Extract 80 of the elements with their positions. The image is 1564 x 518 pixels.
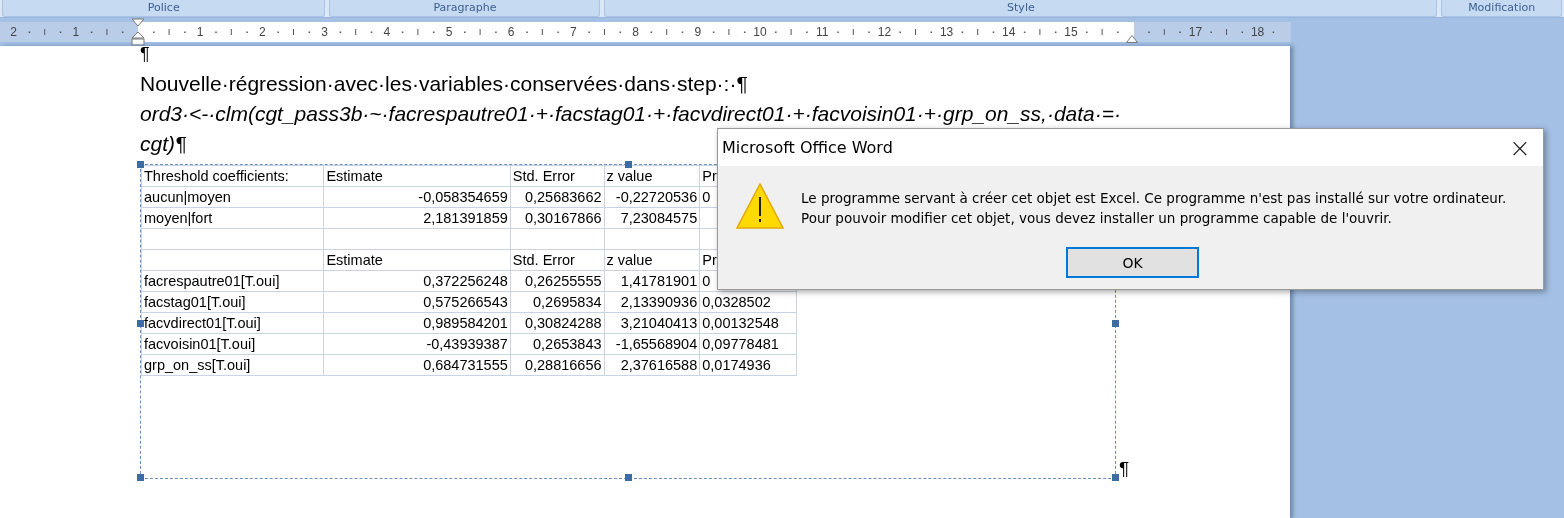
resize-handle[interactable] (1112, 320, 1119, 327)
table-cell: 7,23084575 (604, 207, 700, 229)
ruler-number: 6 (507, 25, 515, 39)
ruler-number: 7 (570, 25, 577, 39)
ribbon-group-label: Style (604, 0, 1438, 17)
ribbon-group-label: Modification (1441, 0, 1562, 17)
ribbon-group-label: Paragraphe (329, 0, 601, 17)
warning-icon (735, 182, 785, 230)
dialog-title: Microsoft Office Word (722, 138, 893, 157)
ruler-number: 2 (259, 25, 266, 39)
resize-handle[interactable] (137, 161, 144, 168)
resize-handle[interactable] (1112, 474, 1119, 481)
ruler-number: 2 (10, 25, 17, 39)
ruler-number: 10 (753, 25, 767, 39)
ruler-number: 8 (632, 25, 639, 39)
table-cell: 2,13390936 (604, 291, 700, 313)
ruler-number: 12 (877, 25, 892, 39)
table-cell: 0,30167866 (510, 207, 604, 229)
table-cell: Estimate (323, 249, 511, 271)
table-cell: 0,30824288 (510, 312, 604, 334)
ruler-number: 1 (196, 25, 204, 39)
table-cell: 0,0328502 (699, 291, 797, 313)
table-cell: facvoisin01[T.oui] (141, 333, 324, 355)
ribbon-group-label: Police (2, 0, 326, 17)
table-cell: 0,575266543 (323, 291, 511, 313)
table-cell: 0,0174936 (699, 354, 797, 376)
resize-handle[interactable] (625, 474, 632, 481)
table-cell: z value (604, 249, 700, 271)
table-cell: 3,21040413 (604, 312, 700, 334)
right-indent-marker-icon[interactable] (1125, 34, 1138, 43)
paragraph-mark: ¶ (140, 45, 150, 63)
table-cell: -0,058354659 (323, 186, 511, 208)
ok-button[interactable]: OK (1066, 247, 1199, 278)
paragraph-mark: ¶ (1119, 459, 1130, 479)
indent-marker-icon[interactable] (131, 18, 145, 46)
ruler-number: 13 (939, 25, 954, 39)
resize-handle[interactable] (137, 320, 144, 327)
table-cell: 0,372256248 (323, 270, 511, 292)
dialog-message: Le programme servant à créer cet objet est Excel. Ce programme n'est pas installé sur votre ordinateur. (801, 189, 1507, 208)
ruler-number: 1 (72, 25, 80, 39)
ruler-number: 15 (1064, 25, 1078, 39)
ruler-number: 17 (1188, 25, 1203, 39)
ruler-number: 5 (445, 25, 453, 39)
ruler-number: 14 (1002, 25, 1016, 39)
code-line: ord3·<-·clm(cgt_pass3b·~·facrespautre01·+·facstag01·+·facvdirect01·+·facvoisin01·+·grp_on_ss,·data·=· (140, 101, 1122, 127)
ruler-number: 4 (383, 25, 391, 39)
paragraph-text: Nouvelle·régression·avec·les·variables·conservées·dans·step·:·¶ (140, 71, 748, 97)
table-cell: 0,25683662 (510, 186, 604, 208)
table-cell: Std. Error (510, 249, 604, 271)
table-cell: 2,37616588 (604, 354, 700, 376)
ruler-number: 3 (321, 25, 328, 39)
table-cell: 0,00132548 (699, 312, 797, 334)
code-line: cgt)¶ (140, 131, 187, 157)
table-cell: 0,26255555 (510, 270, 604, 292)
table-cell: facrespautre01[T.oui] (141, 270, 324, 292)
table-cell: 0,28816656 (510, 354, 604, 376)
resize-handle[interactable] (137, 474, 144, 481)
table-cell: Threshold coefficients: (141, 165, 324, 187)
close-button[interactable]: × (1497, 129, 1543, 166)
table-cell: 0,09778481 (699, 333, 797, 355)
table-cell: 0,2653843 (510, 333, 604, 355)
ruler-number: 9 (694, 25, 702, 39)
table-cell: moyen|fort (141, 207, 324, 229)
table-cell: -1,65568904 (604, 333, 700, 355)
ruler-number: 18 (1250, 25, 1265, 39)
table-cell: aucun|moyen (141, 186, 324, 208)
table-cell: Std. Error (510, 165, 604, 187)
table-cell: grp_on_ss[T.oui] (141, 354, 324, 376)
table-cell: 1,41781901 (604, 270, 700, 292)
dialog-message: Pour pouvoir modifier cet objet, vous devez installer un programme capable de l'ouvrir. (801, 209, 1393, 228)
table-cell: 0,2695834 (510, 291, 604, 313)
table-cell: 0,684731555 (323, 354, 511, 376)
table-cell: Estimate (323, 165, 511, 187)
table-cell: -0,43939387 (323, 333, 511, 355)
table-cell: facstag01[T.oui] (141, 291, 324, 313)
table-cell: -0,22720536 (604, 186, 700, 208)
table-cell: 0,989584201 (323, 312, 511, 334)
resize-handle[interactable] (625, 161, 632, 168)
table-cell: 2,181391859 (323, 207, 511, 229)
ruler-number: 11 (815, 25, 829, 39)
